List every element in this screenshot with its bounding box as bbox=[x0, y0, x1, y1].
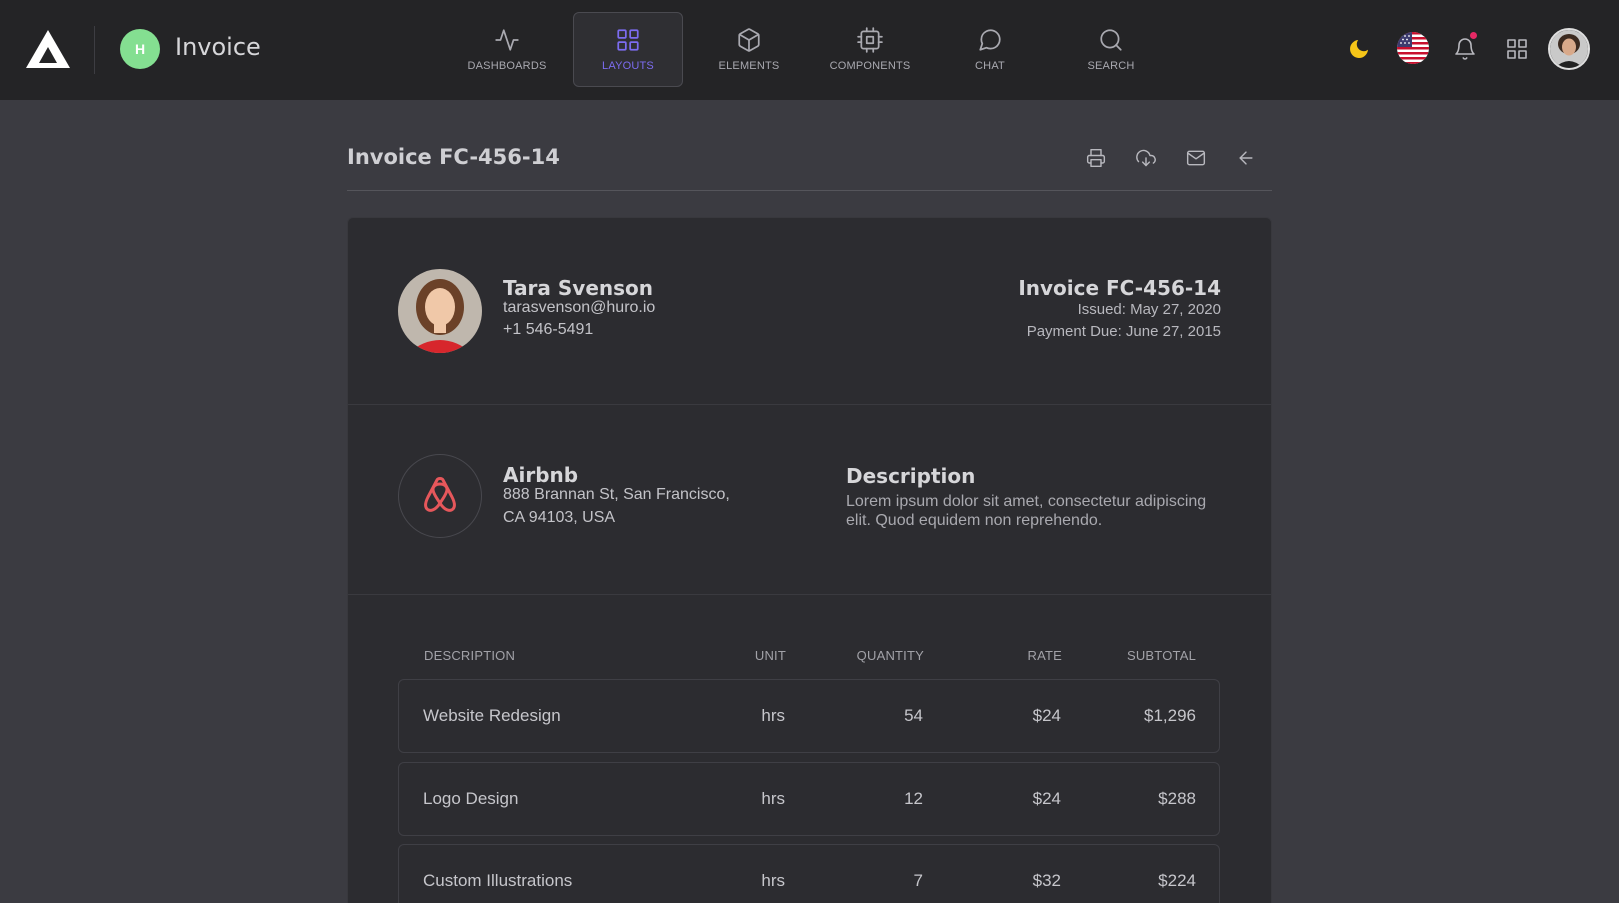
page-title: Invoice FC-456-14 bbox=[347, 145, 560, 169]
company-address-line-2: CA 94103, USA bbox=[503, 509, 616, 526]
print-button[interactable] bbox=[1078, 140, 1114, 176]
notifications-bell-icon[interactable] bbox=[1446, 30, 1484, 68]
customer-phone: +1 546-5491 bbox=[503, 321, 594, 338]
row-description: Custom Illustrations bbox=[423, 871, 573, 890]
row-description: Logo Design bbox=[423, 789, 519, 808]
nav-search[interactable]: SEARCH bbox=[1056, 12, 1166, 87]
row-rate: $32 bbox=[1032, 871, 1061, 890]
header-divider bbox=[94, 26, 95, 74]
nav-elements[interactable]: ELEMENTS bbox=[694, 12, 804, 87]
company-name: Airbnb bbox=[503, 463, 579, 487]
theme-toggle-moon-icon[interactable] bbox=[1340, 30, 1378, 68]
table-row: Custom Illustrations hrs 7 $32 $224 bbox=[398, 844, 1220, 903]
grid-icon bbox=[617, 29, 639, 51]
description-text: Lorem ipsum dolor sit amet, consectetur … bbox=[846, 493, 1207, 529]
row-unit: hrs bbox=[761, 789, 785, 808]
us-flag-icon[interactable] bbox=[1397, 32, 1429, 64]
activity-icon bbox=[495, 29, 519, 51]
nav-dashboards-label: DASHBOARDS bbox=[467, 60, 547, 72]
row-subtotal: $288 bbox=[1158, 789, 1196, 808]
chat-icon bbox=[979, 29, 1001, 51]
nav-layouts-label: LAYOUTS bbox=[602, 60, 654, 72]
customer-avatar bbox=[398, 269, 482, 353]
notification-dot bbox=[1470, 32, 1477, 39]
nav-elements-label: ELEMENTS bbox=[718, 60, 780, 72]
customer-name: Tara Svenson bbox=[503, 276, 654, 300]
section-divider bbox=[348, 594, 1271, 595]
invoice-issued-date: Issued: May 27, 2020 bbox=[1077, 301, 1221, 318]
header-separator bbox=[347, 190, 1272, 191]
column-header-description: DESCRIPTION bbox=[424, 648, 516, 663]
nav-dashboards[interactable]: DASHBOARDS bbox=[452, 12, 562, 87]
printer-icon bbox=[1086, 148, 1106, 168]
row-rate: $24 bbox=[1032, 789, 1061, 808]
column-header-quantity: QUANTITY bbox=[856, 648, 924, 663]
email-button[interactable] bbox=[1178, 140, 1214, 176]
nav-layouts[interactable]: LAYOUTS bbox=[573, 12, 683, 87]
back-button[interactable] bbox=[1228, 140, 1264, 176]
workspace-title: Invoice bbox=[175, 33, 261, 61]
row-subtotal: $224 bbox=[1158, 871, 1196, 890]
invoice-card: Tara Svenson tarasvenson@huro.io +1 546-… bbox=[347, 217, 1272, 903]
box-icon bbox=[738, 28, 760, 52]
row-subtotal: $1,296 bbox=[1144, 706, 1196, 725]
cloud-download-icon bbox=[1136, 149, 1156, 167]
nav-components-label: COMPONENTS bbox=[829, 60, 911, 72]
workspace-avatar[interactable]: H bbox=[120, 29, 160, 69]
arrow-left-icon bbox=[1239, 151, 1253, 165]
nav-search-label: SEARCH bbox=[1087, 60, 1135, 72]
section-divider bbox=[348, 404, 1271, 405]
column-header-rate: RATE bbox=[1027, 648, 1062, 663]
column-header-subtotal: SUBTOTAL bbox=[1126, 648, 1196, 663]
table-row: Logo Design hrs 12 $24 $288 bbox=[398, 762, 1220, 836]
customer-email: tarasvenson@huro.io bbox=[503, 299, 656, 316]
app-logo-icon[interactable] bbox=[24, 28, 72, 70]
nav-chat-label: CHAT bbox=[975, 60, 1005, 72]
invoice-due-date: Payment Due: June 27, 2015 bbox=[1026, 323, 1221, 340]
description-title: Description bbox=[846, 464, 976, 488]
row-unit: hrs bbox=[761, 871, 785, 890]
search-icon bbox=[1100, 29, 1122, 51]
airbnb-logo-icon bbox=[398, 454, 482, 538]
row-unit: hrs bbox=[761, 706, 785, 725]
user-avatar[interactable] bbox=[1548, 28, 1590, 70]
mail-icon bbox=[1186, 150, 1206, 166]
column-header-unit: UNIT bbox=[754, 648, 786, 663]
row-quantity: 7 bbox=[913, 871, 923, 890]
table-row: Website Redesign hrs 54 $24 $1,296 bbox=[398, 679, 1220, 753]
apps-grid-icon[interactable] bbox=[1498, 30, 1536, 68]
row-quantity: 12 bbox=[904, 789, 923, 808]
nav-components[interactable]: COMPONENTS bbox=[815, 12, 925, 87]
company-address-line-1: 888 Brannan St, San Francisco, bbox=[503, 486, 730, 503]
download-button[interactable] bbox=[1128, 140, 1164, 176]
top-navbar: H Invoice DASHBOARDS LAYOUTS ELEMENTS CO… bbox=[0, 0, 1619, 100]
invoice-number: Invoice FC-456-14 bbox=[1018, 276, 1221, 300]
row-rate: $24 bbox=[1032, 706, 1061, 725]
row-quantity: 54 bbox=[904, 706, 923, 725]
cpu-icon bbox=[857, 27, 883, 53]
row-description: Website Redesign bbox=[423, 706, 561, 725]
nav-chat[interactable]: CHAT bbox=[935, 12, 1045, 87]
